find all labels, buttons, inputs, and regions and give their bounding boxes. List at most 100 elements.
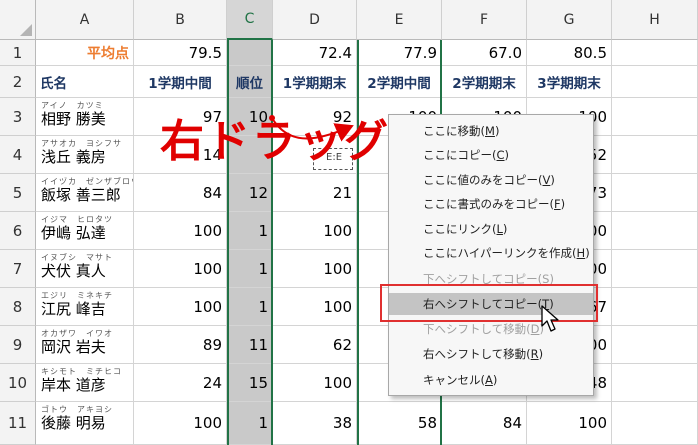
- row-header-8[interactable]: 8: [0, 288, 36, 326]
- score-cell-d[interactable]: 100: [273, 212, 357, 250]
- student-name-cell[interactable]: キシモト ミチヒコ 岸本 道彦: [36, 364, 134, 402]
- score-cell-e[interactable]: 58: [357, 402, 442, 445]
- row-header-9[interactable]: 9: [0, 326, 36, 364]
- select-all-corner[interactable]: [0, 0, 36, 40]
- row-header-11[interactable]: 11: [0, 402, 36, 445]
- average-cell-c[interactable]: [227, 40, 273, 66]
- header-1st-midterm[interactable]: 1学期中間: [134, 66, 227, 98]
- score-cell-d[interactable]: 21: [273, 174, 357, 212]
- header-2nd-final[interactable]: 2学期期末: [442, 66, 527, 98]
- furigana: キシモト ミチヒコ: [41, 367, 122, 376]
- menu-item-accelerator: M: [485, 124, 495, 138]
- score-cell-b[interactable]: 100: [134, 212, 227, 250]
- empty-cell[interactable]: [612, 288, 698, 326]
- menu-item-t[interactable]: 右へシフトしてコピー(T): [389, 293, 593, 315]
- score-cell-d[interactable]: 100: [273, 250, 357, 288]
- menu-item-a[interactable]: キャンセル(A): [389, 369, 593, 391]
- student-name-cell[interactable]: エジリ ミネキチ 江尻 峰吉: [36, 288, 134, 326]
- menu-item-l[interactable]: ここにリンク(L): [389, 218, 593, 240]
- student-name: 岡沢 岩夫: [41, 338, 106, 356]
- column-header-h[interactable]: H: [612, 0, 698, 40]
- empty-cell[interactable]: [612, 326, 698, 364]
- context-menu[interactable]: ここに移動(M) ここにコピー(C) ここに値のみをコピー(V) ここに書式のみをコピ…: [388, 114, 594, 396]
- score-cell-b[interactable]: 89: [134, 326, 227, 364]
- menu-item-m[interactable]: ここに移動(M): [389, 120, 593, 142]
- average-cell-e[interactable]: 77.9: [357, 40, 442, 66]
- average-cell-d[interactable]: 72.4: [273, 40, 357, 66]
- menu-item-accelerator: C: [496, 148, 505, 162]
- header-2nd-midterm[interactable]: 2学期中間: [357, 66, 442, 98]
- student-name: 岸本 道彦: [41, 376, 106, 394]
- student-name-cell[interactable]: アイノ カツミ 相野 勝美: [36, 98, 134, 136]
- score-cell-d[interactable]: 62: [273, 326, 357, 364]
- student-name-cell[interactable]: オカザワ イワオ 岡沢 岩夫: [36, 326, 134, 364]
- average-cell-b[interactable]: 79.5: [134, 40, 227, 66]
- rank-cell[interactable]: 12: [227, 174, 273, 212]
- student-name-cell[interactable]: アサオカ ヨシフサ 浅丘 義房: [36, 136, 134, 174]
- empty-cell[interactable]: [612, 364, 698, 402]
- column-header-g[interactable]: G: [527, 0, 612, 40]
- empty-cell[interactable]: [612, 40, 698, 66]
- header-rank[interactable]: 順位: [227, 66, 273, 98]
- row-header-1[interactable]: 1: [0, 40, 36, 66]
- average-label-cell[interactable]: 平均点: [36, 40, 134, 66]
- row-header-2[interactable]: 2: [0, 66, 36, 98]
- menu-item-s[interactable]: 下へシフトしてコピー(S): [389, 268, 593, 290]
- menu-item-h[interactable]: ここにハイパーリンクを作成(H): [389, 242, 593, 264]
- row-header-10[interactable]: 10: [0, 364, 36, 402]
- furigana: アサオカ ヨシフサ: [41, 139, 122, 148]
- empty-cell[interactable]: [612, 66, 698, 98]
- header-name[interactable]: 氏名: [36, 66, 134, 98]
- rank-cell[interactable]: 1: [227, 212, 273, 250]
- header-1st-final[interactable]: 1学期期末: [273, 66, 357, 98]
- menu-item-label: 右へシフトして移動: [423, 347, 527, 361]
- row-header-4[interactable]: 4: [0, 136, 36, 174]
- student-name-cell[interactable]: イジマ ヒロタツ 伊嶋 弘達: [36, 212, 134, 250]
- score-cell-d[interactable]: 38: [273, 402, 357, 445]
- student-name: 相野 勝美: [41, 110, 106, 128]
- empty-cell[interactable]: [612, 136, 698, 174]
- empty-cell[interactable]: [612, 402, 698, 445]
- menu-item-d[interactable]: 下へシフトして移動(D): [389, 318, 593, 340]
- menu-item-r[interactable]: 右へシフトして移動(R): [389, 343, 593, 365]
- row-header-6[interactable]: 6: [0, 212, 36, 250]
- row-header-5[interactable]: 5: [0, 174, 36, 212]
- score-cell-b[interactable]: 100: [134, 288, 227, 326]
- score-cell-b[interactable]: 84: [134, 174, 227, 212]
- rank-cell[interactable]: 1: [227, 250, 273, 288]
- average-cell-g[interactable]: 80.5: [527, 40, 612, 66]
- student-name-cell[interactable]: ゴトウ アキヨシ 後藤 明易: [36, 402, 134, 445]
- student-name-cell[interactable]: イヌブシ マサト 犬伏 真人: [36, 250, 134, 288]
- column-header-b[interactable]: B: [134, 0, 227, 40]
- empty-cell[interactable]: [612, 212, 698, 250]
- rank-cell[interactable]: 1: [227, 402, 273, 445]
- row-header-7[interactable]: 7: [0, 250, 36, 288]
- score-cell-b[interactable]: 100: [134, 250, 227, 288]
- header-3rd-final[interactable]: 3学期期末: [527, 66, 612, 98]
- rank-cell[interactable]: 15: [227, 364, 273, 402]
- column-header-a[interactable]: A: [36, 0, 134, 40]
- empty-cell[interactable]: [612, 250, 698, 288]
- column-header-e[interactable]: E: [357, 0, 442, 40]
- menu-item-c[interactable]: ここにコピー(C): [389, 144, 593, 166]
- empty-cell[interactable]: [612, 98, 698, 136]
- column-header-d[interactable]: D: [273, 0, 357, 40]
- score-cell-d[interactable]: 100: [273, 288, 357, 326]
- row-header-3[interactable]: 3: [0, 98, 36, 136]
- rank-cell[interactable]: 11: [227, 326, 273, 364]
- menu-item-f[interactable]: ここに書式のみをコピー(F): [389, 193, 593, 215]
- average-cell-f[interactable]: 67.0: [442, 40, 527, 66]
- empty-cell[interactable]: [612, 174, 698, 212]
- score-cell-b[interactable]: 24: [134, 364, 227, 402]
- column-header-c[interactable]: C: [227, 0, 273, 40]
- student-name-cell[interactable]: イイヅカ ゼンザブロウ 飯塚 善三郎: [36, 174, 134, 212]
- score-cell-f[interactable]: 84: [442, 402, 527, 445]
- score-cell-d[interactable]: 100: [273, 364, 357, 402]
- menu-item-label: ここにリンク: [423, 222, 492, 236]
- menu-item-v[interactable]: ここに値のみをコピー(V): [389, 169, 593, 191]
- column-header-f[interactable]: F: [442, 0, 527, 40]
- student-name: 飯塚 善三郎: [41, 186, 121, 204]
- rank-cell[interactable]: 1: [227, 288, 273, 326]
- score-cell-b[interactable]: 100: [134, 402, 227, 445]
- score-cell-g[interactable]: 100: [527, 402, 612, 445]
